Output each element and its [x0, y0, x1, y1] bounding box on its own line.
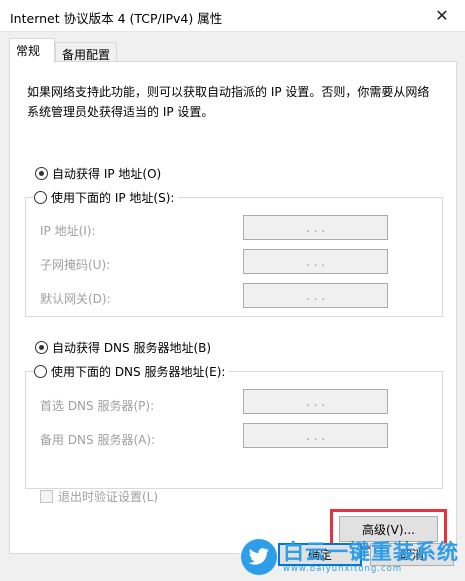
auto-dns-radio[interactable]: [35, 341, 48, 354]
manual-ip-radio[interactable]: [34, 191, 47, 204]
alternate-dns-dots: . . .: [305, 428, 326, 443]
subnet-mask-label: 子网掩码(U):: [40, 258, 111, 272]
validate-on-exit-option[interactable]: 退出时验证设置(L): [40, 488, 158, 505]
manual-ip-option[interactable]: 使用下面的 IP 地址(S):: [34, 189, 179, 206]
tab-label: 备用配置: [62, 48, 111, 62]
alternate-dns-label: 备用 DNS 服务器(A):: [40, 433, 156, 447]
ip-address-label: IP 地址(I):: [40, 224, 96, 238]
manual-dns-option[interactable]: 使用下面的 DNS 服务器地址(E):: [34, 363, 230, 380]
advanced-button-label: 高级(V)...: [361, 522, 416, 537]
ip-address-dots: . . .: [305, 220, 326, 235]
preferred-dns-dots: . . .: [305, 394, 326, 409]
bird-glyph: [248, 548, 269, 565]
manual-dns-radio[interactable]: [34, 365, 47, 378]
tab-general[interactable]: 常规: [9, 38, 55, 63]
watermark-name: 白云一键重装系统: [283, 540, 459, 564]
watermark: 白云一键重装系统 www.baiyunxitong.com: [241, 539, 459, 575]
title-bar: Internet 协议版本 4 (TCP/IPv4) 属性 ✕: [0, 0, 465, 32]
description-text: 如果网络支持此功能，则可以获取自动指派的 IP 设置。否则，你需要从网络系统管理…: [27, 85, 430, 119]
subnet-mask-input[interactable]: . . .: [243, 249, 388, 274]
validate-on-exit-label: 退出时验证设置(L): [58, 490, 159, 504]
default-gateway-input[interactable]: . . .: [243, 283, 388, 308]
tab-label: 常规: [16, 44, 41, 58]
twitter-bird-icon: [241, 539, 277, 575]
auto-dns-option[interactable]: 自动获得 DNS 服务器地址(B): [35, 339, 211, 356]
preferred-dns-label: 首选 DNS 服务器(P):: [40, 399, 155, 413]
auto-ip-radio[interactable]: [35, 167, 48, 180]
ip-address-input[interactable]: . . .: [243, 215, 388, 240]
subnet-mask-dots: . . .: [305, 254, 326, 269]
validate-on-exit-checkbox[interactable]: [40, 490, 53, 503]
watermark-url: www.baiyunxitong.com: [283, 564, 403, 574]
dialog-body: 常规 备用配置 如果网络支持此功能，则可以获取自动指派的 IP 设置。否则，你需…: [0, 32, 465, 581]
general-tab-page: 如果网络支持此功能，则可以获取自动指派的 IP 设置。否则，你需要从网络系统管理…: [9, 61, 457, 554]
alternate-dns-input[interactable]: . . .: [243, 423, 388, 448]
auto-dns-label: 自动获得 DNS 服务器地址(B): [52, 341, 212, 355]
close-icon[interactable]: ✕: [419, 0, 465, 31]
default-gateway-label: 默认网关(D):: [40, 292, 111, 306]
preferred-dns-input[interactable]: . . .: [243, 389, 388, 414]
window-title: Internet 协议版本 4 (TCP/IPv4) 属性: [10, 11, 223, 26]
auto-ip-label: 自动获得 IP 地址(O): [52, 167, 162, 181]
auto-ip-option[interactable]: 自动获得 IP 地址(O): [35, 165, 161, 182]
default-gateway-dots: . . .: [305, 288, 326, 303]
manual-dns-label: 使用下面的 DNS 服务器地址(E):: [51, 365, 226, 379]
manual-ip-label: 使用下面的 IP 地址(S):: [51, 191, 175, 205]
